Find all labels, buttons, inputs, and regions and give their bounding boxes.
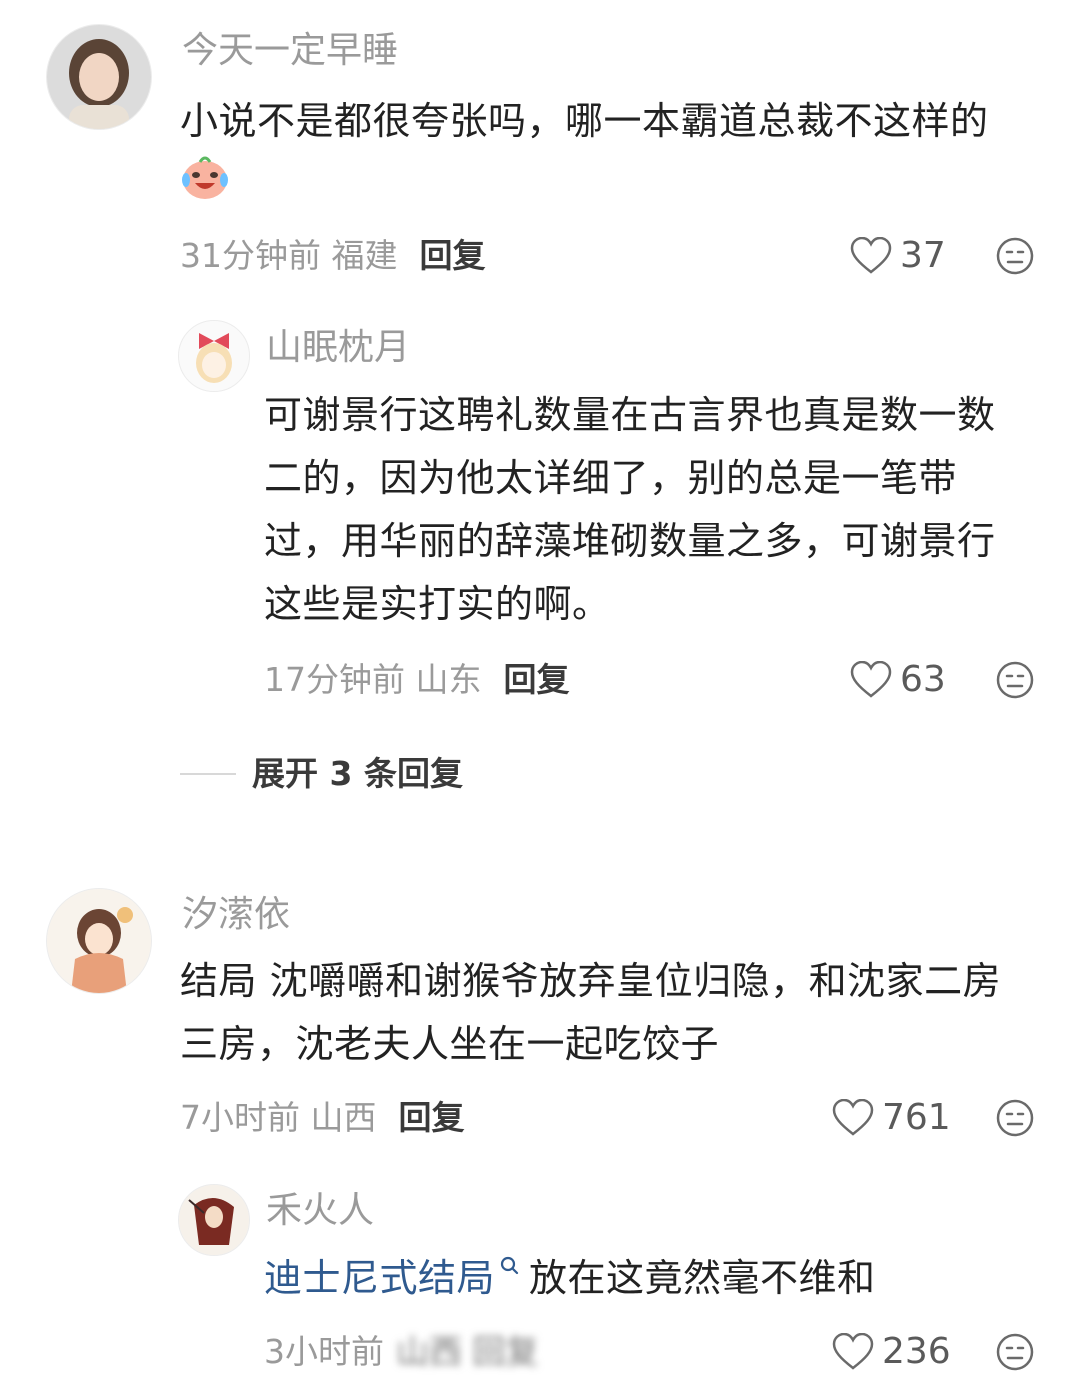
reply-button[interactable]: 回复 [503, 660, 569, 699]
neutral-face-icon [996, 1333, 1034, 1371]
like-button[interactable]: 236 [832, 1330, 951, 1374]
username[interactable]: 山眠枕月 [266, 326, 410, 370]
like-button[interactable]: 37 [850, 234, 946, 278]
neutral-face-icon [996, 661, 1034, 699]
divider [180, 773, 236, 775]
comment-text: 可谢景行这聘礼数量在古言界也真是数一数 二的，因为他太详细了，别的总是一笔带 过… [264, 384, 1054, 636]
heart-icon [832, 1099, 874, 1136]
heart-icon [850, 237, 892, 274]
text-line: 三房，沈老夫人坐在一起吃饺子 [180, 1022, 720, 1066]
comment-text-rest: 放在这竟然毫不维和 [529, 1256, 876, 1300]
dislike-button[interactable] [995, 660, 1035, 700]
expand-replies-label: 展开 3 条回复 [252, 754, 463, 793]
comment-text: 结局 沈嚼嚼和谢猴爷放弃皇位归隐，和沈家二房 三房，沈老夫人坐在一起吃饺子 [180, 950, 1060, 1076]
comment-text: 迪士尼式结局 放在这竟然毫不维和 [264, 1247, 876, 1310]
comment-meta: 3小时前 山西 回复 [264, 1330, 539, 1374]
like-count: 761 [882, 1097, 951, 1138]
time-location: 31分钟前 福建 [180, 236, 398, 275]
time-location: 7小时前 山西 [180, 1098, 377, 1137]
dislike-button[interactable] [995, 236, 1035, 276]
search-icon[interactable] [499, 1255, 521, 1277]
time-location: 3小时前 [264, 1332, 384, 1371]
username[interactable]: 汐潆依 [182, 893, 290, 937]
avatar-image [179, 321, 249, 391]
reply-button[interactable]: 回复 [399, 1098, 465, 1137]
username[interactable]: 禾火人 [266, 1189, 374, 1233]
avatar[interactable] [178, 320, 250, 392]
comment-meta: 17分钟前 山东 回复 [264, 658, 569, 702]
comment-text: 小说不是都很夸张吗，哪一本霸道总裁不这样的 [180, 99, 989, 143]
avatar[interactable] [178, 1184, 250, 1256]
neutral-face-icon [996, 1099, 1034, 1137]
text-line: 结局 沈嚼嚼和谢猴爷放弃皇位归隐，和沈家二房 [180, 959, 1002, 1003]
heart-icon [832, 1333, 874, 1370]
blurred-meta: 山西 回复 [396, 1332, 539, 1371]
crying-laughing-emoji-icon [180, 152, 230, 202]
avatar[interactable] [46, 888, 152, 994]
heart-icon [850, 661, 892, 698]
avatar[interactable] [46, 24, 152, 130]
dislike-button[interactable] [995, 1332, 1035, 1372]
topic-link[interactable]: 迪士尼式结局 [264, 1256, 495, 1300]
time-location: 17分钟前 山东 [264, 660, 482, 699]
text-line: 过，用华丽的辞藻堆砌数量之多，可谢景行 [264, 519, 996, 563]
like-count: 236 [882, 1331, 951, 1372]
reply-button[interactable]: 回复 [419, 236, 485, 275]
expand-replies-button[interactable]: 展开 3 条回复 [180, 752, 463, 796]
neutral-face-icon [996, 237, 1034, 275]
comment-meta: 7小时前 山西 回复 [180, 1096, 465, 1140]
like-count: 63 [900, 659, 946, 700]
like-count: 37 [900, 235, 946, 276]
avatar-image [179, 1185, 249, 1255]
text-line: 可谢景行这聘礼数量在古言界也真是数一数 [264, 393, 996, 437]
text-line: 这些是实打实的啊。 [264, 582, 611, 626]
like-button[interactable]: 63 [850, 658, 946, 702]
avatar-image [47, 25, 151, 129]
username[interactable]: 今天一定早睡 [182, 29, 398, 73]
comment-meta: 31分钟前 福建 回复 [180, 234, 485, 278]
like-button[interactable]: 761 [832, 1096, 951, 1140]
dislike-button[interactable] [995, 1098, 1035, 1138]
avatar-image [47, 889, 151, 993]
text-line: 二的，因为他太详细了，别的总是一笔带 [264, 456, 958, 500]
